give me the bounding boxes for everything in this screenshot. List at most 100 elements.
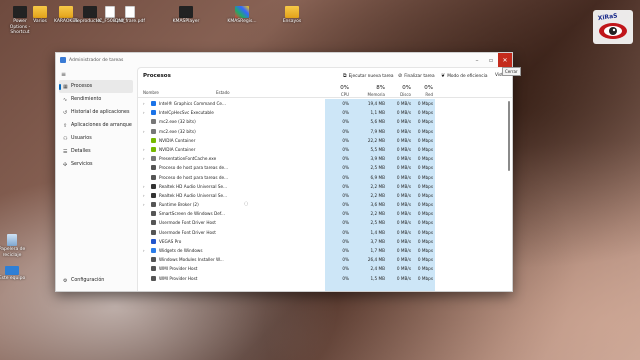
column-header: Nombre Estado 0% CPU 8% Memoria 0% Disco… [138,84,512,98]
chevron-right-icon[interactable]: › [143,147,145,152]
process-icon [151,229,156,235]
process-net-value: 0 Mbps [417,101,433,106]
chevron-right-icon[interactable]: › [143,129,145,134]
process-icon [151,275,156,281]
process-mem-value: 1,5 MB [370,275,385,281]
maximize-button[interactable]: ▫ [484,53,498,67]
process-mem-value: 5,5 MB [370,146,385,152]
desktop-icon[interactable]: KMASRegis... [224,6,260,25]
end-task-icon: ⊘ [398,73,403,79]
table-row[interactable]: VEGAS Pro 0% 3,7 MB 0 MB/s 0 Mbps [138,237,512,246]
process-mem-value: 3,7 MB [370,238,385,244]
process-icon [151,266,156,272]
status-column-header[interactable]: Estado [216,90,230,95]
sidebar-item-label: Configuración [71,278,105,283]
chevron-right-icon[interactable]: › [143,156,145,161]
process-name: IntelCpHecSvc Executable [159,110,214,116]
minimize-button[interactable]: – [470,53,484,67]
process-net-value: 0 Mbps [417,174,433,180]
desktop-icon[interactable]: Papelera de reciclaje [0,234,30,258]
table-row[interactable]: › Realtek HD Audio Universal Se... 0% 2,2 M… [138,191,512,200]
process-icon [151,119,156,125]
close-button[interactable]: ✕ [498,53,512,67]
name-column-header[interactable]: Nombre [143,90,159,95]
process-mem-value: 22,2 MB [367,137,385,143]
sidebar-item-settings[interactable]: ⚙ Configuración [59,274,133,287]
process-net-value: 0 Mbps [417,110,433,116]
process-mem-value: 3,9 MB [370,156,385,162]
table-row[interactable]: › NVIDIA Container 0% 5,5 MB 0 MB/s 0 Mbps [138,145,512,154]
sidebar-item-historial[interactable]: ↺ Historial de aplicaciones [59,106,133,119]
process-icon [151,128,156,134]
title-bar[interactable]: Administrador de tareas – ▫ ✕ [56,53,512,67]
scrollbar[interactable] [508,101,510,171]
process-net-value: 0 Mbps [417,165,433,171]
sidebar-item-servicios[interactable]: ✣ Servicios [59,158,133,171]
process-cpu-value: 0% [342,220,349,226]
table-row[interactable]: WMI Provider Host 0% 1,5 MB 0 MB/s 0 Mbps [138,274,512,283]
desktop-icon[interactable]: Ensayos [274,6,310,25]
table-row[interactable]: SmartScreen de Windows Def... 0% 2,2 MB 0 M… [138,209,512,218]
desktop-icon-label: DNI_frare.pdf [115,19,145,24]
desktop-icon[interactable]: Este equipo [0,266,30,282]
chevron-right-icon[interactable]: › [143,101,145,106]
process-cpu-value: 0% [342,146,349,152]
table-row[interactable]: › mc2.exe (32 bits) 0% 7,9 MB 0 MB/s 0 Mbps [138,127,512,136]
desktop-icon[interactable]: KMASPlayer [168,6,204,25]
cpu-column-header[interactable]: CPU [325,92,349,97]
table-row[interactable]: › PresentationFontCache.exe 0% 3,9 MB 0 MB/s… [138,154,512,163]
table-row[interactable]: WMI Provider Host 0% 2,4 MB 0 MB/s 0 Mbps [138,264,512,273]
sidebar: ≡ ▦ Procesos ∿ Rendimiento ↺ Historial de apl… [56,67,136,291]
table-row[interactable]: › Intel® Graphics Command Ce... 0% 19,4 MB 0… [138,99,512,108]
table-row[interactable]: Proceso de host para tareas de... 0% 2,5 M… [138,163,512,172]
process-net-value: 0 Mbps [417,220,433,226]
process-disk-value: 0 MB/s [396,248,411,253]
sidebar-item-aplicaciones[interactable]: ⇪ Aplicaciones de arranque [59,119,133,132]
desktop-icon[interactable]: DNI_frare.pdf [112,6,148,25]
process-mem-value: 1,7 MB [370,248,385,253]
table-row[interactable]: › IntelCpHecSvc Executable 0% 1,1 MB 0 MB/s 0… [138,108,512,117]
list-icon: ☰ [63,148,68,155]
sidebar-item-rendimiento[interactable]: ∿ Rendimiento [59,93,133,106]
table-row[interactable]: Usermode Font Driver Host 0% 1,4 MB 0 MB/s 0… [138,228,512,237]
table-row[interactable]: NVIDIA Container 0% 22,2 MB 0 MB/s 0 Mbps [138,136,512,145]
task-manager-window: Administrador de tareas – ▫ ✕ ≡ ▦ Proceso… [55,52,513,292]
end-task-button[interactable]: ⊘ Finalizar tarea [398,73,435,79]
efficiency-mode-button[interactable]: ❦ Modo de eficiencia [441,73,487,79]
network-column-header[interactable]: Red [413,92,433,97]
process-net-value: 0 Mbps [417,229,433,235]
process-name: Runtime Broker (2) [159,202,199,208]
folder-icon [285,6,299,18]
table-row[interactable]: Usermode Font Driver Host 0% 2,5 MB 0 MB/s 0… [138,218,512,227]
process-net-value: 0 Mbps [417,238,433,244]
process-disk-value: 0 MB/s [396,229,411,235]
chevron-right-icon[interactable]: › [143,248,145,253]
hamburger-menu-icon[interactable]: ≡ [61,71,136,78]
run-task-icon: ⧉ [343,73,347,79]
table-row[interactable]: Windows Modules Installer W... 0% 26,4 MB 0… [138,255,512,264]
disk-column-header[interactable]: Disco [387,92,411,97]
chevron-right-icon[interactable]: › [143,202,145,207]
sidebar-item-usuarios[interactable]: ⚇ Usuarios [59,132,133,145]
sidebar-item-label: Aplicaciones de arranque [71,123,132,128]
run-new-task-button[interactable]: ⧉ Ejecutar nueva tarea [343,73,394,79]
chevron-right-icon[interactable]: › [143,184,145,189]
process-table: › Intel® Graphics Command Ce... 0% 19,4 MB 0… [138,99,512,283]
sidebar-item-label: Rendimiento [71,97,102,102]
table-row[interactable]: › Runtime Broker (2) ◌ 0% 3,6 MB 0 MB/s 0 Mbps [138,200,512,209]
chevron-right-icon[interactable]: › [143,110,145,115]
sidebar-item-procesos[interactable]: ▦ Procesos [59,80,133,93]
process-name: NVIDIA Container [159,146,196,152]
sidebar-item-detalles[interactable]: ☰ Detalles [59,145,133,158]
chevron-right-icon[interactable]: › [143,193,145,198]
memory-column-header[interactable]: Memoria [351,92,385,97]
cpu-percent: 0% [340,85,349,91]
table-row[interactable]: mc2.exe (32 bits) 0% 5,6 MB 0 MB/s 0 Mbps [138,117,512,126]
table-row[interactable]: › Widgets de Windows 0% 1,7 MB 0 MB/s 0 Mbps [138,246,512,255]
process-cpu-value: 0% [342,266,349,272]
process-net-value: 0 Mbps [417,257,433,263]
table-row[interactable]: › Realtek HD Audio Universal Se... 0% 2,2 M… [138,182,512,191]
process-disk-value: 0 MB/s [396,165,411,171]
process-disk-value: 0 MB/s [396,110,411,116]
table-row[interactable]: Proceso de host para tareas de... 0% 6,9 M… [138,173,512,182]
